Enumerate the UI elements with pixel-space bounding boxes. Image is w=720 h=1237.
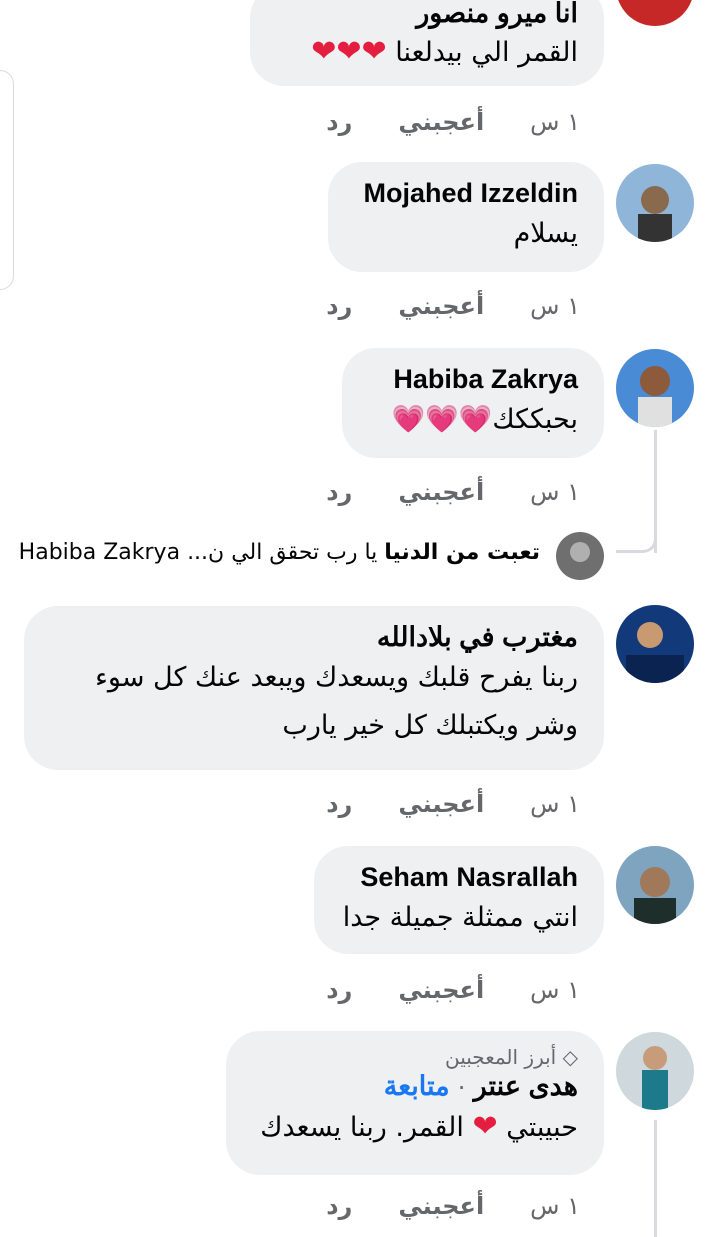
comment-author[interactable]: مغترب في بلادالله — [50, 620, 578, 654]
comment-bubble: Seham Nasrallah انتي ممثلة جميلة جدا — [314, 846, 604, 954]
like-button[interactable]: أعجبني — [398, 976, 484, 1004]
comment-actions: ١ س أعجبني رد — [326, 292, 580, 320]
comment-time[interactable]: ١ س — [530, 108, 580, 136]
thread-connector — [654, 1120, 657, 1237]
comment-text-body: بحبككك — [492, 404, 578, 435]
comment-text: بحبككك💗💗💗 — [368, 396, 578, 444]
like-button[interactable]: أعجبني — [398, 292, 484, 320]
comment-text-part-1: حبيبتي — [506, 1112, 578, 1143]
comment-author-row: هدى عنتر · متابعة — [252, 1069, 578, 1103]
avatar[interactable] — [616, 1032, 694, 1110]
diamond-icon: ◇ — [562, 1045, 578, 1069]
avatar[interactable] — [616, 605, 694, 683]
heart-emoji-icon: 💗💗💗 — [391, 404, 493, 435]
comment-actions: ١ س أعجبني رد — [326, 478, 580, 506]
comment-author[interactable]: Mojahed Izzeldin — [354, 176, 578, 210]
comment-bubble: انا ميرو منصور القمر الي بيدلعنا ❤❤❤ — [250, 0, 604, 86]
reply-preview[interactable]: تعبت من الدنيا يا رب تحقق الي ن... Habib… — [0, 530, 720, 580]
comment-author[interactable]: Seham Nasrallah — [340, 860, 578, 894]
reply-preview-text[interactable]: تعبت من الدنيا يا رب تحقق الي ن... Habib… — [19, 540, 540, 565]
side-card-edge — [0, 70, 14, 290]
reply-author[interactable]: تعبت من الدنيا — [384, 540, 540, 565]
comment-time[interactable]: ١ س — [530, 1192, 580, 1220]
avatar[interactable] — [616, 0, 694, 26]
heart-emoji-icon: ❤ — [472, 1109, 498, 1144]
comment-bubble: Habiba Zakrya بحبككك💗💗💗 — [342, 348, 604, 458]
comment-text: انتي ممثلة جميلة جدا — [342, 902, 578, 933]
comment-time[interactable]: ١ س — [530, 292, 580, 320]
avatar[interactable] — [616, 164, 694, 242]
heart-emoji-icon: ❤❤❤ — [311, 34, 387, 69]
comment-text-line-2: وشر ويكتبلك كل خير يارب — [282, 710, 578, 741]
comment-time[interactable]: ١ س — [530, 478, 580, 506]
comment-time[interactable]: ١ س — [530, 790, 580, 818]
comment-bubble: ◇ أبرز المعجبين هدى عنتر · متابعة حبيبتي… — [226, 1031, 604, 1175]
separator-dot: · — [457, 1071, 467, 1101]
avatar[interactable] — [616, 349, 694, 427]
comment-bubble: مغترب في بلادالله ربنا يفرح قلبك ويسعدك … — [24, 606, 604, 770]
avatar[interactable] — [616, 846, 694, 924]
comment-actions: ١ س أعجبني رد — [326, 790, 580, 818]
like-button[interactable]: أعجبني — [398, 478, 484, 506]
reply-button[interactable]: رد — [326, 478, 352, 506]
follow-button[interactable]: متابعة — [384, 1071, 450, 1101]
reply-avatar[interactable] — [556, 532, 604, 580]
reply-button[interactable]: رد — [326, 108, 352, 136]
comment-text: حبيبتي ❤ القمر. ربنا يسعدك — [252, 1103, 578, 1152]
comment-bubble: Mojahed Izzeldin يسلام — [328, 162, 604, 272]
comment-author[interactable]: انا ميرو منصور — [276, 0, 578, 28]
comment-text: يسلام — [513, 218, 578, 249]
like-button[interactable]: أعجبني — [398, 108, 484, 136]
comment-time[interactable]: ١ س — [530, 976, 580, 1004]
reply-button[interactable]: رد — [326, 976, 352, 1004]
like-button[interactable]: أعجبني — [398, 1192, 484, 1220]
comment-text-line-1: ربنا يفرح قلبك ويسعدك ويبعد عنك كل سوء — [95, 662, 578, 693]
comment-text-body: القمر الي بيدلعنا — [395, 37, 578, 68]
comment-actions: ١ س أعجبني رد — [326, 108, 580, 136]
like-button[interactable]: أعجبني — [398, 790, 484, 818]
reply-mention: Habiba Zakrya — [18, 540, 181, 565]
comment-author[interactable]: Habiba Zakrya — [368, 362, 578, 396]
reply-button[interactable]: رد — [326, 1192, 352, 1220]
reply-button[interactable]: رد — [326, 790, 352, 818]
top-fan-badge: ◇ أبرز المعجبين — [252, 1045, 578, 1069]
comment-actions: ١ س أعجبني رد — [326, 1192, 580, 1220]
comment-actions: ١ س أعجبني رد — [326, 976, 580, 1004]
comment-author[interactable]: هدى عنتر — [474, 1071, 578, 1101]
reply-snippet: يا رب تحقق الي ن... — [187, 540, 378, 565]
reply-button[interactable]: رد — [326, 292, 352, 320]
comment-text-part-2: القمر. ربنا يسعدك — [260, 1112, 464, 1143]
comment-text: القمر الي بيدلعنا ❤❤❤ — [276, 28, 578, 77]
top-fan-label: أبرز المعجبين — [445, 1045, 557, 1069]
